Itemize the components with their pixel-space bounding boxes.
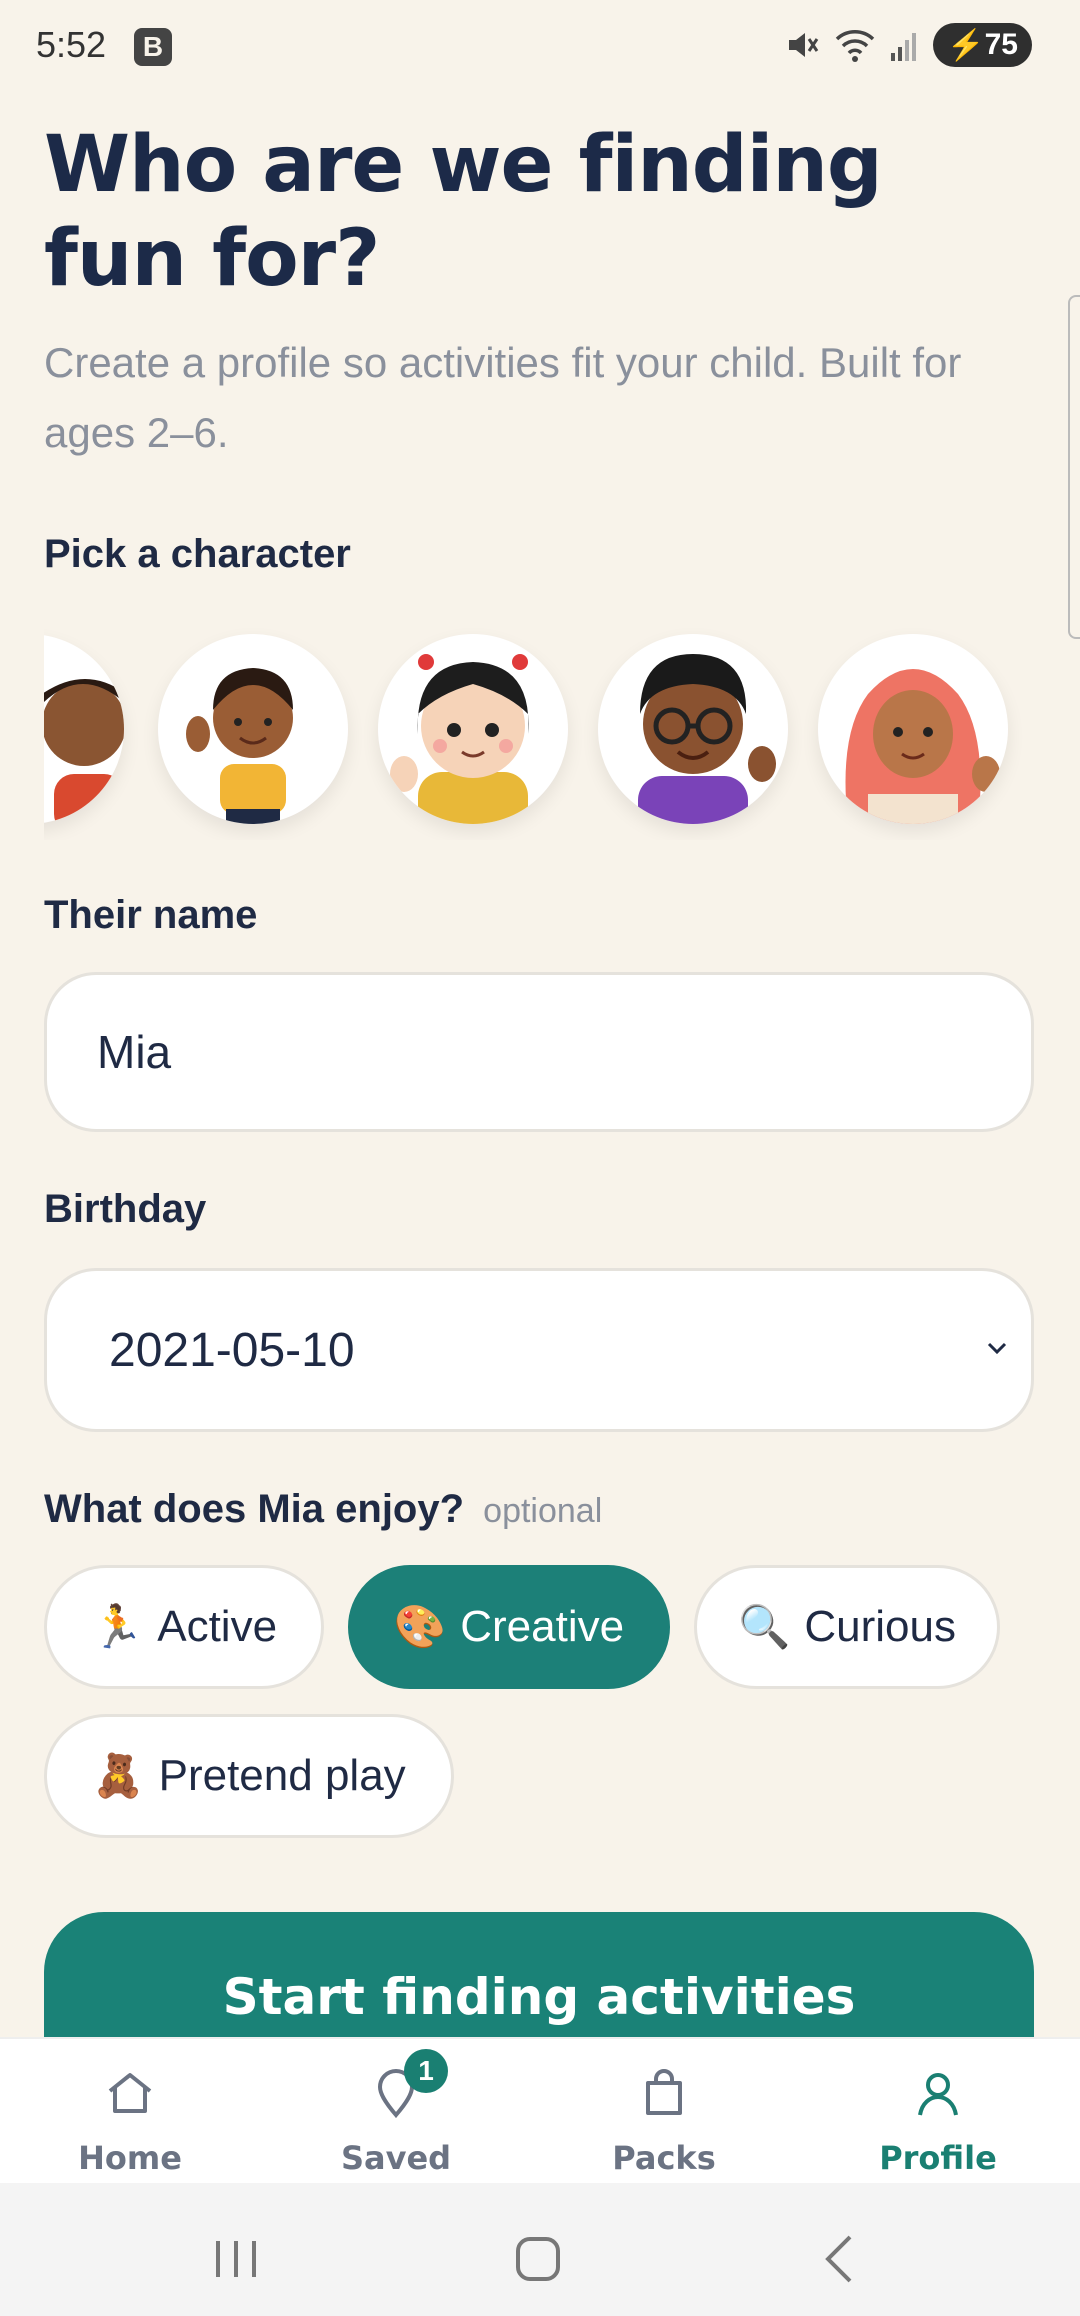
signal-icon bbox=[891, 33, 917, 61]
person-icon bbox=[918, 2073, 958, 2116]
tab-label: Profile bbox=[879, 2139, 997, 2177]
page-title: Who are we finding fun for? bbox=[44, 120, 883, 304]
bag-icon bbox=[646, 2069, 682, 2115]
page-subtitle: Create a profile so activities fit your … bbox=[44, 339, 962, 456]
tab-packs[interactable]: Packs bbox=[564, 2039, 764, 2185]
optional-hint: optional bbox=[483, 1492, 603, 1530]
character-picker-label: Pick a character bbox=[44, 532, 351, 576]
charging-icon: ⚡ bbox=[947, 28, 985, 62]
character-carousel[interactable] bbox=[44, 620, 1034, 840]
chip-label: Active bbox=[157, 1602, 278, 1651]
running-icon: 🏃 bbox=[90, 1602, 144, 1650]
tab-label: Saved bbox=[340, 2139, 452, 2177]
interests-label: What does Mia enjoy? optional bbox=[44, 1487, 602, 1532]
saved-count-badge: 1 bbox=[404, 2049, 448, 2093]
system-nav-bar bbox=[0, 2183, 1080, 2316]
chip-label: Pretend play bbox=[158, 1751, 406, 1800]
home-button-icon[interactable] bbox=[498, 2219, 578, 2299]
birthday-value: 2021-05-10 bbox=[109, 1323, 355, 1377]
status-icons: ⚡ 75 bbox=[785, 22, 1032, 68]
back-icon[interactable] bbox=[800, 2219, 880, 2299]
birthday-field-label: Birthday bbox=[44, 1187, 207, 1231]
notification-b-icon: B bbox=[134, 28, 172, 66]
name-input[interactable] bbox=[44, 972, 1034, 1132]
tab-home[interactable]: Home bbox=[30, 2039, 230, 2185]
battery-indicator: ⚡ 75 bbox=[933, 23, 1032, 67]
chip-label: Curious bbox=[804, 1602, 956, 1651]
interest-chip-creative[interactable]: 🎨 Creative bbox=[348, 1565, 670, 1689]
teddy-bear-icon: 🧸 bbox=[92, 1751, 145, 1799]
wifi-icon bbox=[836, 30, 875, 62]
tab-label: Home bbox=[78, 2139, 182, 2177]
character-boy-red-shirt[interactable] bbox=[44, 634, 124, 824]
status-time: 5:52 bbox=[36, 24, 107, 65]
home-icon bbox=[108, 2073, 152, 2113]
recent-apps-icon[interactable] bbox=[196, 2219, 276, 2299]
chip-label: Creative bbox=[460, 1602, 625, 1651]
tab-saved[interactable]: 1 Saved bbox=[296, 2039, 496, 2185]
interest-chip-active[interactable]: 🏃 Active bbox=[44, 1565, 324, 1689]
mute-icon bbox=[789, 33, 819, 57]
palette-icon: 🎨 bbox=[393, 1602, 447, 1650]
name-field-label: Their name bbox=[44, 893, 258, 937]
interest-chip-curious[interactable]: 🔍 Curious bbox=[694, 1565, 1000, 1689]
character-girl-yellow-jacket[interactable] bbox=[378, 634, 568, 824]
battery-level: 75 bbox=[984, 28, 1018, 61]
character-boy-yellow-shirt[interactable] bbox=[158, 634, 348, 824]
tab-profile[interactable]: Profile bbox=[838, 2039, 1038, 2185]
tab-label: Packs bbox=[612, 2139, 716, 2177]
magnifier-icon: 🔍 bbox=[738, 1602, 791, 1650]
character-girl-hijab[interactable] bbox=[818, 634, 1008, 824]
character-boy-glasses-purple[interactable] bbox=[598, 634, 788, 824]
chevron-down-icon bbox=[987, 1342, 1007, 1355]
interests-question: What does Mia enjoy? bbox=[44, 1487, 465, 1531]
bottom-tab-bar: Home 1 Saved Packs Profile bbox=[0, 2037, 1080, 2185]
birthday-select[interactable]: 2021-05-10 bbox=[44, 1268, 1034, 1432]
interest-chip-pretend-play[interactable]: 🧸 Pretend play bbox=[44, 1714, 454, 1838]
scrollbar[interactable] bbox=[1068, 295, 1080, 639]
